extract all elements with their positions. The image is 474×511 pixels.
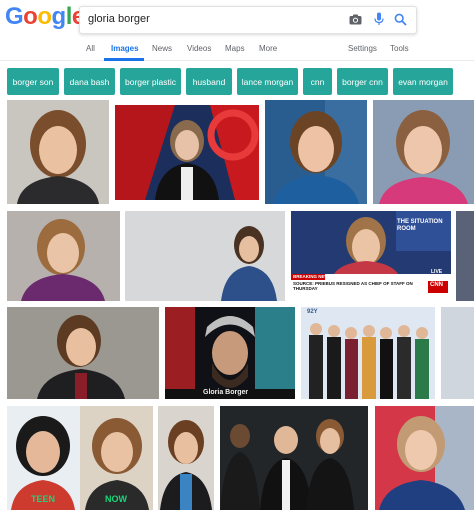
- banner-text: THE SITUATION ROOM: [397, 219, 443, 232]
- logo-text: TEEN: [31, 494, 56, 504]
- tab-videos[interactable]: Videos: [187, 44, 211, 53]
- search-tabs: All Images News Videos Maps More Setting…: [0, 38, 474, 61]
- logo-letter: g: [51, 3, 67, 30]
- tab-tools[interactable]: Tools: [390, 44, 409, 53]
- image-result[interactable]: [125, 211, 285, 301]
- image-caption: Gloria Borger: [203, 389, 249, 396]
- header: Google: [0, 0, 474, 38]
- tab-news[interactable]: News: [152, 44, 172, 53]
- tab-more[interactable]: More: [259, 44, 277, 53]
- image-result[interactable]: [375, 406, 474, 510]
- chip-evan-morgan[interactable]: evan morgan: [393, 68, 453, 95]
- live-label: LIVE: [431, 269, 443, 275]
- microphone-icon[interactable]: [372, 12, 386, 26]
- active-tab-indicator: [104, 58, 144, 61]
- search-input[interactable]: [88, 11, 338, 27]
- image-result[interactable]: [7, 100, 109, 204]
- search-icon[interactable]: [393, 12, 407, 26]
- related-searches: borger son dana bash borger plastic husb…: [0, 68, 474, 96]
- image-result[interactable]: [7, 307, 159, 399]
- chip-borger-plastic[interactable]: borger plastic: [120, 68, 181, 95]
- chip-borger-son[interactable]: borger son: [7, 68, 59, 95]
- image-result[interactable]: Gloria Borger: [165, 307, 295, 399]
- logo-text: NOW: [105, 494, 127, 504]
- cnn-logo: CNN: [430, 282, 443, 288]
- image-result[interactable]: [265, 100, 367, 204]
- logo-text: 92Y: [307, 309, 318, 315]
- image-result[interactable]: THE SITUATION ROOM BREAKING NEWS SOURCE:…: [291, 211, 451, 301]
- image-results-grid: THE SITUATION ROOM BREAKING NEWS SOURCE:…: [0, 100, 474, 511]
- chip-husband[interactable]: husband: [186, 68, 232, 95]
- tab-images[interactable]: Images: [111, 44, 139, 53]
- logo-letter: o: [37, 3, 52, 30]
- image-result[interactable]: [456, 211, 474, 301]
- image-result[interactable]: [7, 211, 120, 301]
- camera-icon[interactable]: [348, 12, 362, 26]
- search-box: [79, 6, 417, 34]
- tab-maps[interactable]: Maps: [225, 44, 245, 53]
- chip-cnn[interactable]: cnn: [303, 68, 332, 95]
- image-result[interactable]: [115, 105, 259, 200]
- chip-lance-morgan[interactable]: lance morgan: [237, 68, 298, 95]
- tab-all[interactable]: All: [86, 44, 95, 53]
- image-result[interactable]: TEEN NOW: [7, 406, 153, 510]
- news-headline: SOURCE: PRIEBUS RESIGNED AS CHIEF OF STA…: [293, 281, 413, 291]
- google-logo[interactable]: Google: [5, 3, 85, 31]
- image-result[interactable]: [373, 100, 474, 204]
- tab-settings[interactable]: Settings: [348, 44, 377, 53]
- chip-dana-bash[interactable]: dana bash: [64, 68, 115, 95]
- breaking-news-label: BREAKING NEWS: [293, 274, 332, 279]
- image-result[interactable]: [158, 406, 214, 510]
- image-result[interactable]: 92Y: [301, 307, 435, 399]
- image-result[interactable]: [220, 406, 368, 510]
- logo-letter: G: [5, 3, 24, 30]
- image-result[interactable]: [441, 307, 474, 399]
- chip-borger-cnn[interactable]: borger cnn: [337, 68, 388, 95]
- logo-letter: o: [23, 3, 38, 30]
